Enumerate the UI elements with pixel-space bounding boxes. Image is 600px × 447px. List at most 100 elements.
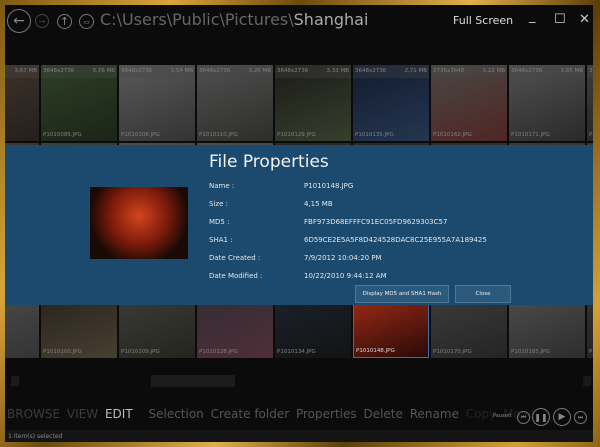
field-value: P1010148.JPG: [304, 182, 354, 190]
create-folder-button[interactable]: Create folder: [211, 407, 290, 421]
thumbnail-filename: P1010100.JPG: [43, 349, 82, 355]
thumbnail-dimensions: 3648x2736: [43, 68, 75, 74]
minimize-button[interactable]: _: [529, 9, 536, 24]
thumbnail-dimensions: 3648x2736: [355, 68, 387, 74]
tab-browse[interactable]: BROWSE: [7, 407, 60, 421]
field-value: FBF973D68EFFFC91EC05FD9629303C57: [304, 218, 448, 226]
file-properties-dialog: File Properties Name : P1010148.JPG Size :…: [5, 145, 593, 305]
path-current: Shanghai: [293, 10, 369, 29]
thumbnail-filename: P1010085.JPG: [43, 132, 82, 138]
thumbnail-size: 3,85 MB: [560, 68, 583, 74]
up-icon[interactable]: ↑: [57, 14, 72, 29]
thumbnail-filename: P10: [589, 132, 593, 138]
copy-button[interactable]: Copy: [466, 407, 496, 421]
thumbnail-filename: P1010134.JPG: [277, 349, 316, 355]
horizontal-scrollbar[interactable]: [5, 375, 593, 387]
thumbnail-dimensions: 3648x2736: [121, 68, 153, 74]
play-icon[interactable]: ▶: [553, 408, 571, 426]
thumbnail-dimensions: 3648x2736: [511, 68, 543, 74]
thumbnail-size: 3,67 MB: [14, 68, 37, 74]
thumbnail[interactable]: 3648x2736 3,26 MB P1010110.JPG: [197, 65, 273, 141]
field-label: MD5 :: [209, 218, 230, 226]
thumbnail-header: 2736x3648 3,22 MB: [431, 65, 507, 78]
selection-button[interactable]: Selection: [148, 407, 203, 421]
thumbnail[interactable]: 3648x2736 3,54 MB P1010108.JPG: [119, 65, 195, 141]
display-hash-button[interactable]: Display MD5 and SHA1 Hash: [355, 285, 449, 303]
thumbnail[interactable]: 2736x3648 3,22 MB P1010162.JPG: [431, 65, 507, 141]
title-bar: ← → ↑ ▭ C:\Users\Public\Pictures\Shangha…: [5, 5, 593, 39]
path-breadcrumb[interactable]: C:\Users\Public\Pictures\Shanghai: [100, 10, 368, 29]
thumbnail-filename: P1010162.JPG: [433, 132, 472, 138]
status-text: 1 item(s) selected: [8, 433, 63, 440]
full-screen-button[interactable]: Full Screen: [453, 14, 513, 27]
folder-view-icon[interactable]: ▭: [79, 14, 94, 29]
thumbnail-filename: P1010128.JPG: [199, 349, 238, 355]
thumbnail-header: 3648x2736 3,85 MB: [509, 65, 585, 78]
thumbnail-header: 3648x2736 3,76 MB: [41, 65, 117, 78]
thumbnail-filename: P1010109.JPG: [121, 349, 160, 355]
thumbnail-dimensions: 3648: [589, 68, 593, 74]
dialog-title: File Properties: [209, 152, 329, 172]
thumbnail[interactable]: 3648x2736 2,71 MB P1010135.JPG: [353, 65, 429, 141]
delete-button[interactable]: Delete: [363, 407, 402, 421]
thumbnail-size: 3,54 MB: [170, 68, 193, 74]
thumbnail-filename: P1010170.JPG: [433, 349, 472, 355]
thumbnail-header: 3,67 MB: [5, 65, 39, 78]
thumbnail-header: 3648x2736 3,26 MB: [197, 65, 273, 78]
field-label: SHA1 :: [209, 236, 233, 244]
close-button[interactable]: Close: [455, 285, 511, 303]
thumbnail-header: 3648: [587, 65, 593, 78]
rename-button[interactable]: Rename: [410, 407, 459, 421]
thumbnail-size: 2,71 MB: [404, 68, 427, 74]
scroll-right-icon[interactable]: [583, 376, 591, 386]
thumbnail[interactable]: 3648 P10: [587, 65, 593, 141]
thumbnail-filename: P1010135.JPG: [355, 132, 394, 138]
next-icon[interactable]: ⏭: [574, 411, 587, 424]
thumbnail-filename: P1010108.JPG: [121, 132, 160, 138]
properties-button[interactable]: Properties: [296, 407, 357, 421]
field-value: 7/9/2012 10:04:20 PM: [304, 254, 382, 262]
thumbnail-header: 3648x2736 3,54 MB: [119, 65, 195, 78]
thumbnail[interactable]: 3,67 MB: [5, 65, 39, 141]
thumbnail-header: 3648x2736 3,33 MB: [275, 65, 351, 78]
thumbnail-size: 3,33 MB: [326, 68, 349, 74]
thumbnail-filename: P1010110.JPG: [199, 132, 238, 138]
previous-icon[interactable]: ⏮: [517, 411, 530, 424]
thumbnail-dimensions: 2736x3648: [433, 68, 465, 74]
thumbnail-header: 3648x2736 2,71 MB: [353, 65, 429, 78]
thumbnail-size: 3,26 MB: [248, 68, 271, 74]
thumbnail-size: 3,22 MB: [482, 68, 505, 74]
field-label: Date Modified :: [209, 272, 263, 280]
thumbnail-dimensions: 3648x2736: [199, 68, 231, 74]
path-prefix: C:\Users\Public\Pictures\: [100, 10, 294, 29]
thumbnail-filename: P1010171.JPG: [511, 132, 550, 138]
tab-view[interactable]: VIEW: [67, 407, 98, 421]
thumbnail[interactable]: 3648x2736 3,76 MB P1010085.JPG: [41, 65, 117, 141]
slideshow-status: Paused: [493, 413, 511, 419]
scroll-left-icon[interactable]: [11, 376, 19, 386]
thumbnail-size: 3,76 MB: [92, 68, 115, 74]
back-icon[interactable]: ←: [7, 9, 31, 33]
field-value: 10/22/2010 9:44:12 AM: [304, 272, 387, 280]
close-window-button[interactable]: ✕: [579, 12, 590, 27]
scrollbar-thumb[interactable]: [151, 375, 235, 387]
thumbnail-filename: P10: [589, 349, 593, 355]
tab-edit[interactable]: EDIT: [105, 407, 133, 421]
pause-icon[interactable]: ❚❚: [532, 408, 550, 426]
field-label: Name :: [209, 182, 235, 190]
forward-icon[interactable]: →: [35, 14, 49, 28]
thumbnail-filename: P1010148.JPG: [356, 348, 395, 354]
thumbnail-filename: P1010129.JPG: [277, 132, 316, 138]
preview-image: [90, 187, 188, 259]
maximize-button[interactable]: ☐: [554, 12, 566, 27]
field-label: Size :: [209, 200, 228, 208]
field-value: 6D59CE2E5A5F8D424528DAC8C25E955A7A189425: [304, 236, 487, 244]
command-bar: BROWSE VIEW EDIT Selection Create folder…: [7, 407, 538, 421]
thumbnail[interactable]: 3648x2736 3,85 MB P1010171.JPG: [509, 65, 585, 141]
thumbnail[interactable]: 3648x2736 3,33 MB P1010129.JPG: [275, 65, 351, 141]
field-value: 4,15 MB: [304, 200, 333, 208]
thumbnail-dimensions: 3648x2736: [277, 68, 309, 74]
thumbnail-filename: P1010183.JPG: [511, 349, 550, 355]
status-bar: 1 item(s) selected: [5, 430, 593, 442]
field-label: Date Created :: [209, 254, 261, 262]
